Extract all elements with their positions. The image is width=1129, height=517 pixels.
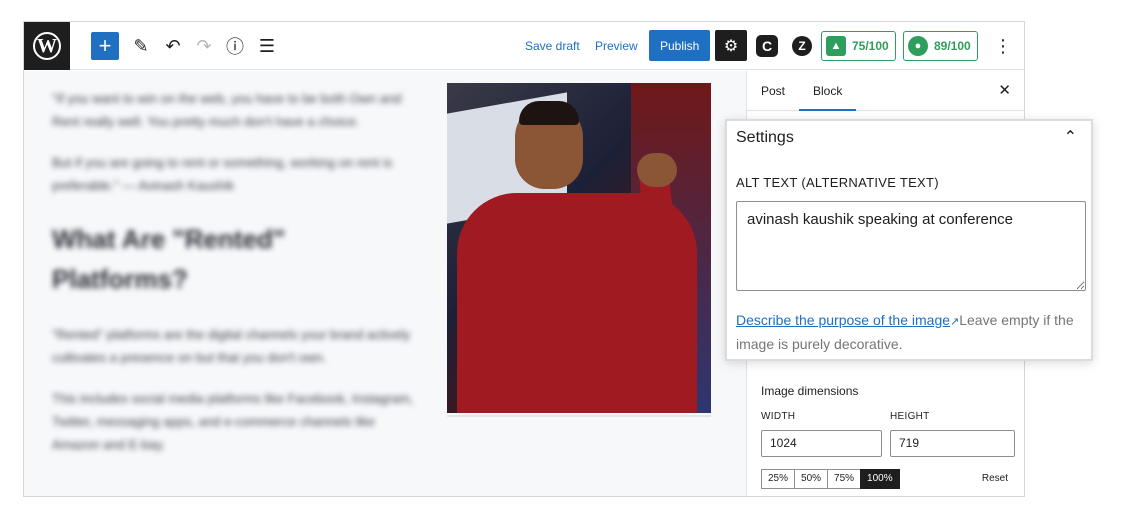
tab-post[interactable]: Post xyxy=(761,71,785,111)
add-block-button[interactable]: + xyxy=(91,32,119,60)
image-figure-hand xyxy=(637,153,677,187)
post-heading: What Are "Rented" Platforms? xyxy=(52,224,286,294)
blurred-post-content: "If you want to win on the web, you have… xyxy=(52,87,422,474)
selected-image-block[interactable] xyxy=(447,83,711,413)
seo-score-value: 75/100 xyxy=(852,39,889,53)
preview-button[interactable]: Preview xyxy=(595,31,638,61)
size-percent-group: 25% 50% 75% 100% xyxy=(761,469,900,489)
settings-panel: Settings ⌃ ALT TEXT (ALTERNATIVE TEXT) a… xyxy=(725,119,1093,361)
percent-50-button[interactable]: 50% xyxy=(794,469,829,489)
paragraph: "Rented" platforms are the digital chann… xyxy=(52,327,411,365)
seo-score-button[interactable]: ▲ 75/100 xyxy=(821,31,896,61)
readability-score-icon: ● xyxy=(908,36,928,56)
alt-text-label: ALT TEXT (ALTERNATIVE TEXT) xyxy=(736,175,939,190)
width-label: WIDTH xyxy=(761,411,796,422)
describe-purpose-link[interactable]: Describe the purpose of the image xyxy=(736,312,950,328)
c-plugin-icon[interactable]: C xyxy=(756,35,778,57)
save-draft-button[interactable]: Save draft xyxy=(525,31,580,61)
image-caption-placeholder[interactable] xyxy=(447,415,711,417)
reset-button[interactable]: Reset xyxy=(982,473,1008,484)
readability-score-button[interactable]: ● 89/100 xyxy=(903,31,978,61)
wordpress-logo-button[interactable]: W xyxy=(24,22,70,70)
redo-icon[interactable]: ↷ xyxy=(191,31,217,61)
paragraph: But if you are going to rent or somethin… xyxy=(52,155,393,193)
list-view-icon[interactable]: ☰ xyxy=(254,31,280,61)
top-toolbar: W + ✎ ↶ ↷ ⓘ ☰ Save draft Preview Publish… xyxy=(24,22,1024,70)
paragraph: "If you want to win on the web, you have… xyxy=(52,91,402,129)
seo-score-icon: ▲ xyxy=(826,36,846,56)
alt-text-input[interactable]: avinash kaushik speaking at conference xyxy=(736,201,1086,291)
height-label: HEIGHT xyxy=(890,411,930,422)
width-input[interactable]: 1024 xyxy=(761,430,882,457)
paragraph: This includes social media platforms lik… xyxy=(52,391,414,452)
alt-text-help: Describe the purpose of the image↗Leave … xyxy=(736,309,1088,355)
image-figure-hair xyxy=(519,101,579,125)
z-plugin-icon[interactable]: Z xyxy=(792,36,812,56)
chevron-up-icon[interactable]: ⌃ xyxy=(1064,127,1077,147)
percent-75-button[interactable]: 75% xyxy=(827,469,862,489)
edit-pen-icon[interactable]: ✎ xyxy=(128,31,154,61)
undo-icon[interactable]: ↶ xyxy=(160,31,186,61)
wordpress-icon: W xyxy=(33,32,61,60)
close-icon[interactable]: ✕ xyxy=(998,71,1011,111)
settings-gear-icon[interactable]: ⚙ xyxy=(715,30,747,61)
external-link-icon: ↗ xyxy=(950,316,960,328)
editor-canvas[interactable]: "If you want to win on the web, you have… xyxy=(24,71,746,496)
height-input[interactable]: 719 xyxy=(890,430,1015,457)
tab-block[interactable]: Block xyxy=(799,71,857,111)
percent-100-button[interactable]: 100% xyxy=(860,469,900,489)
settings-title: Settings xyxy=(736,129,794,146)
more-options-icon[interactable]: ⋮ xyxy=(993,31,1013,61)
publish-button[interactable]: Publish xyxy=(649,30,711,61)
sidebar-tabs: Post Block ✕ xyxy=(747,71,1024,111)
info-icon[interactable]: ⓘ xyxy=(222,31,248,61)
image-dimensions-title: Image dimensions xyxy=(761,384,859,398)
percent-25-button[interactable]: 25% xyxy=(761,469,796,489)
readability-score-value: 89/100 xyxy=(934,39,971,53)
